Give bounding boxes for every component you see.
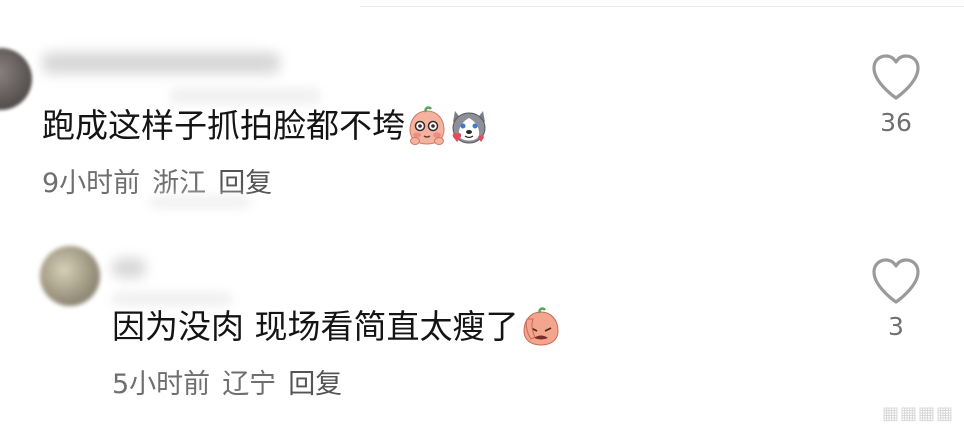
- comment-text[interactable]: 因为没肉 现场看简直太瘦了: [112, 305, 561, 349]
- username-blurred[interactable]: [112, 258, 146, 278]
- comment-location: 辽宁: [222, 369, 277, 400]
- blur-band: [112, 292, 232, 306]
- username-blurred[interactable]: [42, 52, 280, 74]
- comment-meta: 5小时前 辽宁 回复: [112, 368, 354, 402]
- reply-button[interactable]: 回复: [218, 168, 272, 199]
- avatar[interactable]: [0, 48, 32, 110]
- facepalm-peach-emoji: [522, 307, 559, 346]
- blur-band: [170, 88, 320, 104]
- comment-text[interactable]: 跑成这样子抓拍脸都不垮: [42, 104, 489, 148]
- blur-band: [150, 196, 250, 208]
- like-count: 3: [888, 312, 904, 341]
- like-button[interactable]: 3: [866, 256, 926, 342]
- reply-button[interactable]: 回复: [288, 369, 342, 400]
- heart-outline-icon[interactable]: [870, 52, 922, 102]
- comment-time: 5小时前: [112, 369, 211, 400]
- comment-location: 浙江: [152, 168, 207, 199]
- top-divider: [360, 6, 964, 7]
- heart-outline-icon[interactable]: [870, 256, 922, 306]
- comment-time: 9小时前: [42, 168, 141, 199]
- husky-dog-emoji: [452, 111, 486, 144]
- like-count: 36: [880, 108, 912, 137]
- comment-body: 因为没肉 现场看简直太瘦了: [112, 307, 519, 346]
- comment-body: 跑成这样子抓拍脸都不垮: [42, 106, 405, 145]
- blushing-peach-emoji: [409, 106, 445, 145]
- avatar[interactable]: [40, 246, 100, 306]
- like-button[interactable]: 36: [866, 52, 926, 138]
- watermark: ▦▦▦▦: [881, 403, 954, 424]
